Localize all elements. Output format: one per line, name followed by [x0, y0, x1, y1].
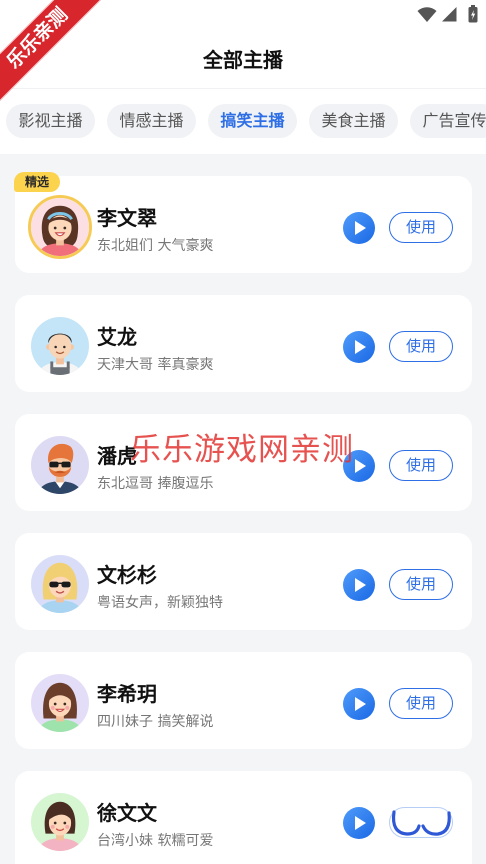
play-icon — [355, 816, 366, 830]
play-button[interactable] — [343, 807, 375, 839]
play-button[interactable] — [343, 450, 375, 482]
avatar-eye — [53, 821, 57, 825]
avatar-blush — [50, 705, 55, 710]
avatar — [31, 555, 89, 613]
battery-charging-icon — [468, 5, 478, 23]
watermark-stroke — [391, 810, 421, 836]
watermark-logo-fragment — [391, 810, 451, 836]
anchor-card[interactable]: 文杉杉 粤语女声，新颖独特 使用 — [15, 533, 472, 630]
avatar-eye — [63, 702, 67, 706]
anchor-description: 东北姐们 大气豪爽 — [97, 238, 214, 254]
play-icon — [355, 221, 366, 235]
avatar-sunglasses-bridge — [58, 462, 62, 465]
avatar-blush — [65, 705, 70, 710]
avatar-illustration — [31, 198, 89, 256]
use-button[interactable]: 使用 — [389, 450, 453, 481]
avatar-sunglasses-lens — [61, 461, 71, 468]
anchor-name: 徐文文 — [97, 801, 157, 825]
avatar — [31, 317, 89, 375]
anchor-name: 艾龙 — [97, 325, 137, 349]
tab-advertising[interactable]: 广告宣传 — [410, 104, 486, 138]
avatar — [31, 793, 89, 851]
anchor-name: 李文翠 — [97, 206, 157, 230]
status-bar-icons — [410, 0, 486, 28]
anchor-card[interactable]: 徐文文 台湾小妹 软糯可爱 — [15, 771, 472, 864]
avatar — [28, 195, 92, 259]
wifi-shape — [417, 7, 437, 22]
tab-food[interactable]: 美食主播 — [309, 104, 398, 138]
avatar-sunglasses-bridge — [58, 582, 62, 584]
anchor-name: 李希玥 — [97, 682, 157, 706]
tab-emotion[interactable]: 情感主播 — [107, 104, 196, 138]
use-button[interactable]: 使用 — [389, 212, 453, 243]
avatar-illustration — [31, 436, 89, 494]
featured-badge: 精选 — [14, 172, 60, 192]
anchor-description: 东北逗哥 捧腹逗乐 — [97, 476, 214, 492]
avatar-sunglasses-lens — [61, 581, 71, 588]
signal-shape — [442, 7, 457, 22]
play-icon — [355, 459, 366, 473]
play-button[interactable] — [343, 569, 375, 601]
anchor-description: 天津大哥 率真豪爽 — [97, 357, 214, 373]
avatar-sunglasses-lens — [49, 461, 59, 468]
avatar-strap — [66, 361, 70, 369]
avatar-overalls — [50, 367, 70, 375]
avatar-blush — [50, 824, 55, 829]
avatar-eye — [63, 345, 66, 349]
use-button[interactable]: 使用 — [389, 569, 453, 600]
avatar-blush — [65, 824, 70, 829]
wifi-icon — [417, 7, 437, 22]
avatar-eye — [63, 821, 67, 825]
anchor-card[interactable]: 李希玥 四川妹子 搞笑解说 使用 — [15, 652, 472, 749]
anchor-card[interactable]: 精选 李文翠 东北姐们 大气豪爽 使用 — [14, 172, 472, 273]
play-button[interactable] — [343, 212, 375, 244]
anchor-name: 潘虎 — [97, 444, 137, 468]
tab-comedy[interactable]: 搞笑主播 — [208, 104, 297, 138]
avatar-eye — [53, 226, 57, 230]
use-button[interactable]: 使用 — [389, 331, 453, 362]
play-icon — [355, 578, 366, 592]
play-icon — [355, 340, 366, 354]
anchor-description: 粤语女声，新颖独特 — [97, 595, 223, 611]
avatar-eye — [54, 345, 57, 349]
use-button[interactable]: 使用 — [389, 688, 453, 719]
anchor-description: 台湾小妹 软糯可爱 — [97, 833, 214, 849]
anchor-name: 文杉杉 — [97, 563, 157, 587]
anchor-card[interactable]: 艾龙 天津大哥 率真豪爽 使用 — [15, 295, 472, 392]
avatar-illustration — [31, 674, 89, 732]
avatar — [31, 674, 89, 732]
battery-tip — [471, 5, 475, 7]
anchor-description: 四川妹子 搞笑解说 — [97, 714, 214, 730]
avatar-eye — [53, 702, 57, 706]
play-button[interactable] — [343, 688, 375, 720]
avatar — [31, 436, 89, 494]
anchor-card[interactable]: 潘虎 东北逗哥 捧腹逗乐 使用 — [15, 414, 472, 511]
ribbon-label: 乐乐亲测 — [0, 0, 112, 112]
avatar-eye — [63, 226, 67, 230]
avatar-illustration — [31, 793, 89, 851]
avatar-illustration — [31, 317, 89, 375]
avatar-sunglasses-lens — [49, 581, 59, 588]
avatar-strap — [50, 361, 54, 369]
play-icon — [355, 697, 366, 711]
avatar-face — [48, 333, 72, 359]
play-button[interactable] — [343, 331, 375, 363]
corner-ribbon: 乐乐亲测 — [0, 0, 112, 112]
watermark-stroke — [421, 811, 451, 836]
avatar-illustration — [31, 555, 89, 613]
signal-icon — [442, 7, 457, 22]
